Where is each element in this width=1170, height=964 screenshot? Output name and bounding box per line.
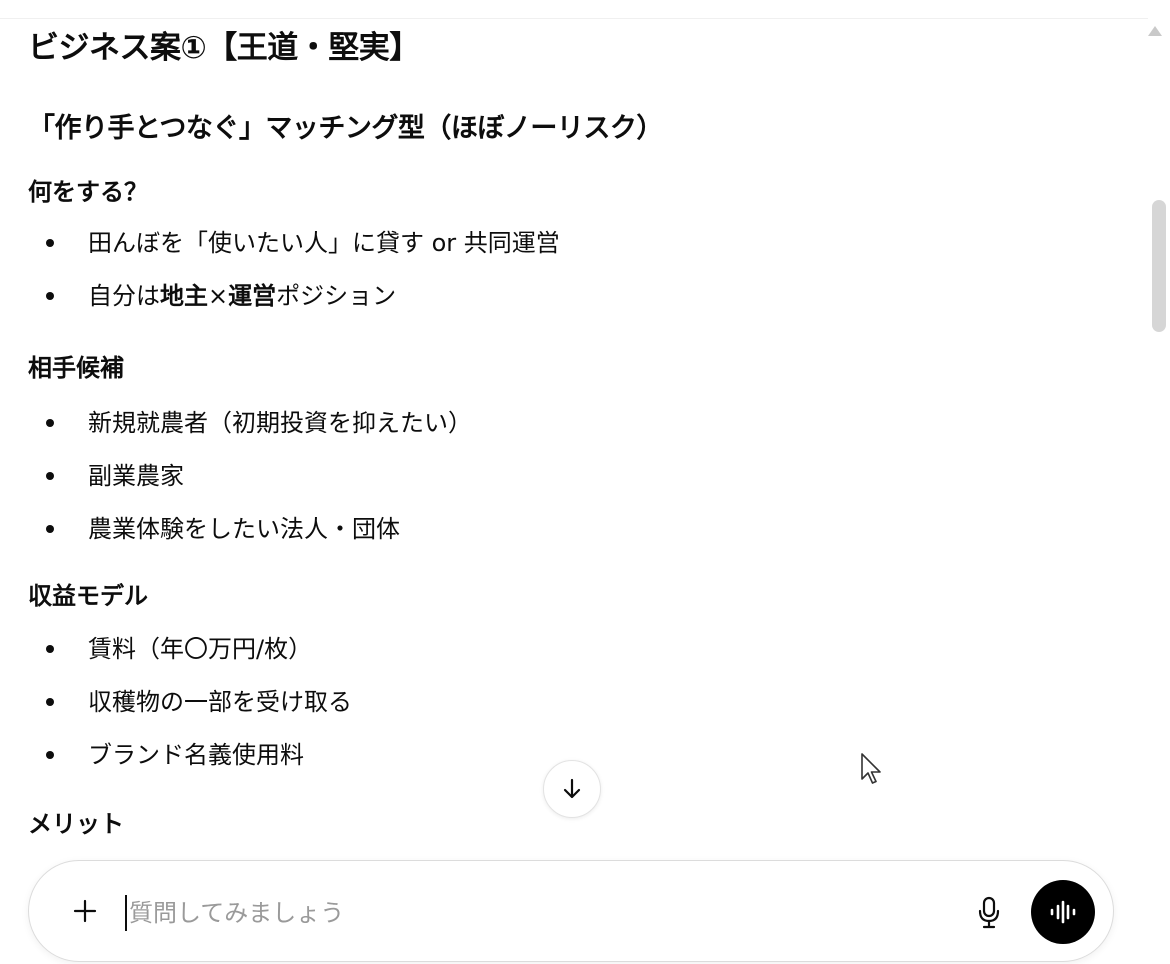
list-item: 田んぼを「使いたい人」に貸す or 共同運営 [28,226,560,279]
section-heading-revenue: 収益モデル [28,582,148,610]
scroll-to-bottom-button[interactable] [543,760,601,818]
voice-mode-button[interactable] [1031,880,1095,944]
plus-icon [73,899,97,923]
section-heading-partners: 相手候補 [28,354,124,382]
list-item-text: 新規就農者（初期投資を抑えたい） [88,409,472,437]
list-item: 自分は地主×運営ポジション [28,279,560,332]
bullet-icon [46,525,54,533]
list-item: 農業体験をしたい法人・団体 [28,512,472,565]
scroll-up-arrow-icon[interactable] [1148,26,1162,36]
microphone-icon [978,896,1000,929]
bullet-icon [46,698,54,706]
list-item-times: × [208,282,229,310]
chat-page: ビジネス案①【王道・堅実】 「作り手とつなぐ」マッチング型（ほぼノーリスク） 何… [0,0,1170,964]
list-item: 収穫物の一部を受け取る [28,685,352,738]
prompt-input[interactable] [129,891,949,935]
message-composer [28,860,1114,962]
bullet-icon [46,751,54,759]
list-item: 副業農家 [28,459,472,512]
list-item-text: ブランド名義使用料 [88,741,304,769]
message-title: ビジネス案①【王道・堅実】 [28,30,420,66]
section-list-revenue: 賃料（年〇万円/枚） 収穫物の一部を受け取る ブランド名義使用料 [28,632,352,791]
bullet-icon [46,239,54,247]
bullet-icon [46,419,54,427]
dictate-button[interactable] [969,891,1009,935]
list-item-text: 田んぼを「使いたい人」に貸す or 共同運営 [88,229,560,257]
list-item-text-pre: 自分は [88,282,160,310]
top-edge [0,0,1148,19]
section-list-what: 田んぼを「使いたい人」に貸す or 共同運営 自分は地主×運営ポジション [28,226,560,332]
scrollbar-thumb[interactable] [1152,200,1166,332]
message-subtitle: 「作り手とつなぐ」マッチング型（ほぼノーリスク） [28,113,663,144]
bullet-icon [46,292,54,300]
add-attachment-button[interactable] [65,891,105,931]
text-caret [125,895,127,931]
list-item: 賃料（年〇万円/枚） [28,632,352,685]
list-item-text-post: ポジション [276,282,397,310]
list-item: ブランド名義使用料 [28,738,352,791]
list-item: 新規就農者（初期投資を抑えたい） [28,406,472,459]
section-heading-merits: メリット [28,810,124,838]
bullet-icon [46,645,54,653]
list-item-text: 賃料（年〇万円/枚） [88,635,313,663]
list-item-text: 収穫物の一部を受け取る [88,688,352,716]
list-item-text: 副業農家 [88,462,184,490]
voice-mode-icon [1050,900,1076,924]
list-item-bold-landowner: 地主 [160,282,208,310]
arrow-down-icon [563,778,581,799]
section-list-partners: 新規就農者（初期投資を抑えたい） 副業農家 農業体験をしたい法人・団体 [28,406,472,565]
mouse-pointer-icon [861,753,881,784]
bullet-icon [46,472,54,480]
list-item-text: 農業体験をしたい法人・団体 [88,515,400,543]
section-heading-what: 何をする？ [28,178,148,206]
list-item-bold-operator: 運営 [228,282,277,310]
